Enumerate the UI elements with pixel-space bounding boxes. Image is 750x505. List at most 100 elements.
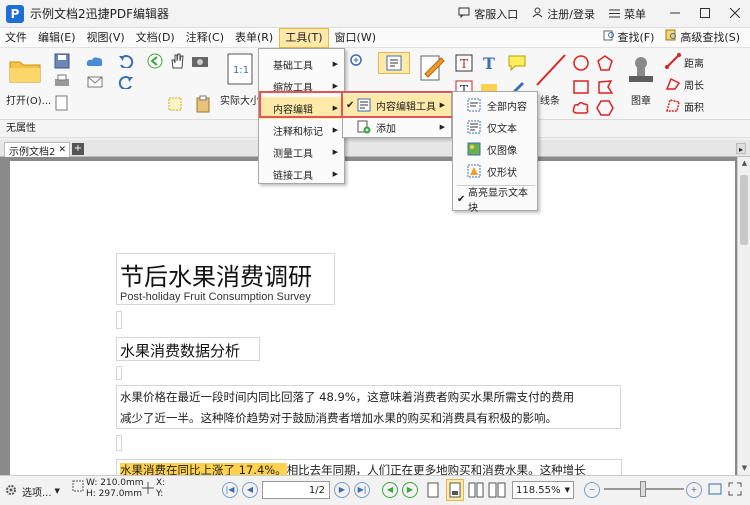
paragraph-block[interactable]: 水果价格在最近一段时间内同比回落了 48.9%，这意味着消费者购买水果所需支付的… xyxy=(116,385,621,429)
document-tab[interactable]: 示例文档2 ✕ xyxy=(4,142,70,158)
scroll-down-icon[interactable]: ▼ xyxy=(738,462,750,475)
print-icon[interactable] xyxy=(52,73,72,91)
shape-only-item[interactable]: 仅形状 xyxy=(453,160,537,182)
fit-page-icon[interactable] xyxy=(708,482,722,496)
login-button[interactable]: 注册/登录 xyxy=(532,6,595,22)
typewriter-icon[interactable]: T xyxy=(478,52,500,74)
advanced-find-button[interactable]: 高级查找(S) xyxy=(660,28,745,48)
login-label: 注册/登录 xyxy=(547,8,595,21)
image-only-item[interactable]: 仅图像 xyxy=(453,138,537,160)
minimize-button[interactable] xyxy=(660,0,690,28)
polygon-shape-icon[interactable] xyxy=(594,76,616,98)
menu-edit[interactable]: 编辑(E) xyxy=(33,28,81,48)
cloud-shape-icon[interactable] xyxy=(570,98,592,118)
highlight-text-blocks-item[interactable]: ✔ 高亮显示文本块 xyxy=(453,188,537,214)
back-icon[interactable] xyxy=(146,52,164,70)
forward-view-icon[interactable]: ▶ xyxy=(402,482,418,498)
area-icon[interactable] xyxy=(664,96,682,114)
continuous-facing-view-icon[interactable] xyxy=(488,481,506,499)
email-icon[interactable] xyxy=(84,73,106,91)
camera-icon[interactable] xyxy=(190,52,210,70)
single-page-view-icon[interactable] xyxy=(426,481,440,499)
back-view-icon[interactable]: ◀ xyxy=(382,482,398,498)
undo-icon[interactable] xyxy=(116,52,136,70)
perimeter-label[interactable]: 周长 xyxy=(684,77,704,92)
maximize-button[interactable] xyxy=(690,0,720,28)
continuous-view-icon[interactable] xyxy=(446,479,464,501)
line-icon[interactable] xyxy=(534,52,568,88)
lines-label[interactable]: 线条 xyxy=(540,92,560,107)
menu-tools[interactable]: 工具(T) xyxy=(279,27,329,48)
stamp-label[interactable]: 图章 xyxy=(631,92,651,107)
first-page-icon[interactable]: |◀ xyxy=(222,482,238,498)
tools-menu-item-annotate[interactable]: 注释和标记 ▶ xyxy=(259,119,344,141)
facing-view-icon[interactable] xyxy=(468,481,484,499)
tools-menu-item-basic[interactable]: 基础工具 ▶ xyxy=(259,53,344,75)
find-button[interactable]: 查找(F) xyxy=(598,28,660,48)
fullscreen-icon[interactable] xyxy=(728,482,742,496)
close-tab-icon[interactable]: ✕ xyxy=(58,145,66,155)
prev-page-icon[interactable]: ◀ xyxy=(242,482,258,498)
actual-size-icon[interactable]: 1:1 xyxy=(225,52,255,86)
save-icon[interactable] xyxy=(52,52,72,70)
rectangle-shape-icon[interactable] xyxy=(570,76,592,98)
text-only-item[interactable]: 仅文本 xyxy=(453,116,537,138)
menu-form[interactable]: 表单(R) xyxy=(230,28,278,48)
text-box-icon[interactable]: T xyxy=(454,52,474,74)
distance-label[interactable]: 距离 xyxy=(684,55,704,70)
next-page-icon[interactable]: ▶ xyxy=(334,482,350,498)
menu-comment[interactable]: 注释(C) xyxy=(181,28,229,48)
content-edit-tool-icon[interactable] xyxy=(378,52,410,74)
zoom-out-icon[interactable]: − xyxy=(584,482,600,498)
empty-text-block[interactable] xyxy=(116,366,122,380)
menu-file[interactable]: 文件 xyxy=(0,28,32,48)
stamp-icon[interactable] xyxy=(624,52,658,88)
customer-service-button[interactable]: 客服入口 xyxy=(458,6,518,22)
paste-icon[interactable] xyxy=(192,94,214,114)
circle-shape-icon[interactable] xyxy=(570,52,592,74)
last-page-icon[interactable]: ▶| xyxy=(354,482,370,498)
hexagon-shape-icon[interactable] xyxy=(594,98,616,118)
zoom-slider-thumb[interactable] xyxy=(640,481,646,497)
menu-window[interactable]: 窗口(W) xyxy=(330,28,381,48)
edit-document-icon[interactable] xyxy=(418,52,448,86)
title-text-block[interactable]: 节后水果消费调研 Post-holiday Fruit Consumption … xyxy=(116,253,335,305)
tab-scroll-icon[interactable]: ▸ xyxy=(736,143,746,154)
zoom-in-status-icon[interactable]: + xyxy=(686,482,702,498)
menu-button[interactable]: 菜单 xyxy=(609,6,646,22)
perimeter-icon[interactable] xyxy=(664,74,682,92)
new-doc-icon[interactable] xyxy=(52,94,72,112)
open-folder-icon[interactable] xyxy=(6,54,44,86)
empty-text-block[interactable] xyxy=(116,311,122,329)
scroll-thumb[interactable] xyxy=(740,175,748,245)
open-label[interactable]: 打开(O)... xyxy=(6,92,51,107)
select-icon[interactable] xyxy=(164,94,186,114)
note-icon[interactable] xyxy=(506,52,528,74)
menu-document[interactable]: 文档(D) xyxy=(131,28,180,48)
scroll-up-icon[interactable]: ▲ xyxy=(738,157,750,170)
actual-size-label[interactable]: 实际大小 xyxy=(220,92,260,107)
document-viewport[interactable]: 节后水果消费调研 Post-holiday Fruit Consumption … xyxy=(0,157,750,477)
redo-icon[interactable] xyxy=(116,73,136,91)
close-button[interactable] xyxy=(720,0,750,28)
menu-view[interactable]: 视图(V) xyxy=(82,28,130,48)
cloud-icon[interactable] xyxy=(84,52,106,70)
add-item[interactable]: 添加 ▶ xyxy=(343,116,451,138)
tools-menu-item-measure[interactable]: 测量工具 ▶ xyxy=(259,141,344,163)
area-label[interactable]: 面积 xyxy=(684,99,704,114)
pentagon-shape-icon[interactable] xyxy=(594,52,616,74)
options-button[interactable]: 选项... ▼ xyxy=(4,481,60,501)
pdf-page[interactable]: 节后水果消费调研 Post-holiday Fruit Consumption … xyxy=(10,161,735,477)
all-content-item[interactable]: 全部内容 xyxy=(453,94,537,116)
section-heading-block[interactable]: 水果消费数据分析 xyxy=(116,337,260,361)
user-icon xyxy=(532,7,543,21)
add-tab-icon[interactable]: + xyxy=(72,143,84,155)
empty-text-block[interactable] xyxy=(116,435,122,451)
hand-icon[interactable] xyxy=(168,52,186,70)
vertical-scrollbar[interactable]: ▲ ▼ xyxy=(737,157,750,475)
zoom-in-icon[interactable] xyxy=(346,52,368,70)
zoom-select[interactable]: 118.55% ▼ xyxy=(512,481,574,499)
tools-menu-item-link[interactable]: 链接工具 ▶ xyxy=(259,163,344,185)
distance-icon[interactable] xyxy=(664,52,682,70)
page-number-input[interactable]: 1/2 xyxy=(262,481,330,499)
